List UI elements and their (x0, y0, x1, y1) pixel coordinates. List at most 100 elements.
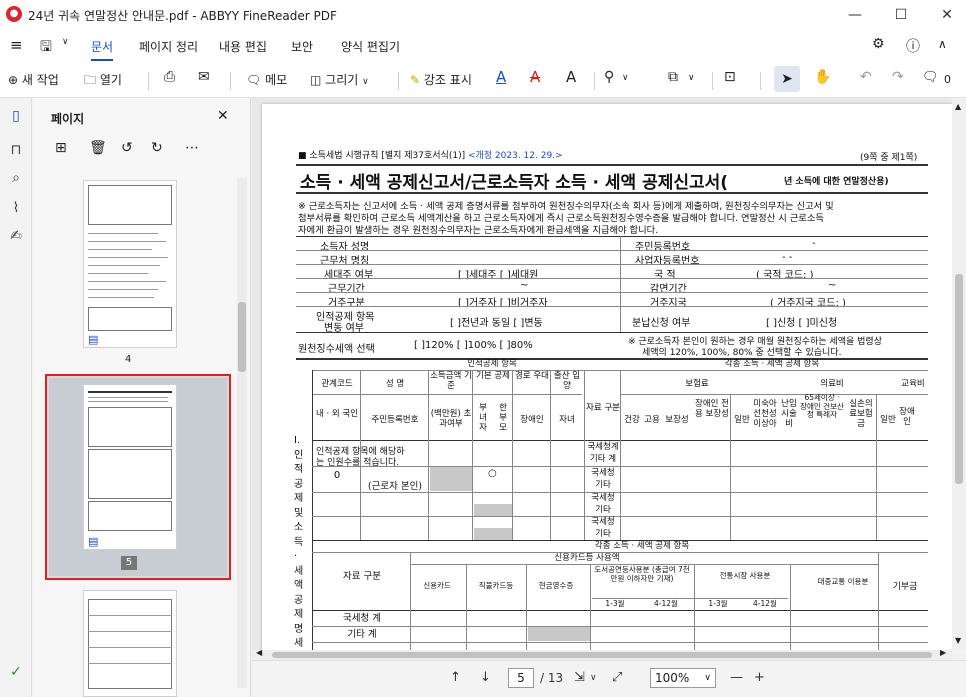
checked-circle-icon: ○ (488, 468, 497, 479)
strikethrough-icon[interactable]: A (530, 68, 540, 86)
rotate-right-icon[interactable]: ↻ (151, 140, 163, 156)
email-icon[interactable]: ✉ (198, 69, 210, 85)
page-thumbnail-5[interactable]: ▤ (83, 384, 177, 550)
tab-form-editor[interactable]: 양식 편집기 (341, 38, 400, 55)
rule (466, 564, 467, 650)
document-viewer[interactable]: ■ 소득세법 시행규칙 [별지 제37호서식(1)] <개정 2023. 12.… (252, 98, 966, 650)
page-number-input[interactable]: 5 (508, 668, 534, 688)
document-horizontal-scrollbar[interactable]: ◀ ▶ (252, 648, 952, 660)
chevron-down-icon[interactable]: ∨ (688, 73, 695, 83)
document-vertical-scrollbar[interactable]: ▲ ▼ (952, 98, 966, 650)
scroll-right-icon[interactable]: ▶ (940, 648, 946, 657)
comments-icon[interactable]: 🗨 (922, 70, 939, 85)
tab-security[interactable]: 보안 (291, 38, 313, 55)
title-bar: ● 24년 귀속 연말정산 안내문.pdf - ABBYY FineReader… (0, 0, 966, 30)
memo-icon: 🗨 (246, 73, 262, 87)
col-header: 기본 공제 (476, 371, 510, 381)
med-col: 미숙아 선천성 이상아 (753, 399, 777, 429)
pages-scrollbar[interactable] (237, 178, 247, 688)
ins-col: 장애인 전용 보장성 (695, 399, 729, 419)
minimize-button[interactable]: — (840, 4, 870, 26)
open-button[interactable]: 🗀 열기 (84, 71, 122, 92)
zoom-in-icon[interactable]: + (754, 670, 765, 685)
maximize-button[interactable]: ☐ (886, 4, 916, 26)
help-icon[interactable]: ⓘ (906, 36, 920, 56)
memo-button[interactable]: 🗨 메모 (246, 71, 287, 88)
side-label: I. 인적공제 및 소득 · 세액공제 명세 (294, 435, 304, 649)
rotate-left-icon[interactable]: ↺ (121, 140, 133, 156)
rule (296, 236, 928, 237)
stamp-icon[interactable]: ⚲ (604, 69, 614, 85)
chevron-down-icon[interactable]: ∨ (590, 673, 597, 683)
previous-page-icon[interactable]: ↑ (450, 670, 461, 685)
fullscreen-icon[interactable]: ⤢ (612, 670, 622, 685)
pages-panel: 페이지 ✕ ⊞ 🗑 ↺ ↻ ⋯ ▤ 4 ▤ 5 (33, 98, 251, 697)
signature-icon[interactable]: ✍ (6, 228, 26, 248)
rule (730, 394, 731, 540)
thumb-line (88, 265, 160, 266)
draw-button[interactable]: ◫ 그리기 ∨ (310, 71, 369, 88)
toolbar-divider (760, 72, 761, 90)
thumb-table (88, 501, 172, 531)
more-options-icon[interactable]: ⋯ (185, 140, 199, 156)
rule (296, 264, 928, 265)
ins-col: 보장성 (665, 415, 689, 425)
search-icon[interactable]: ⌕ (6, 170, 26, 190)
zoom-select[interactable]: 100% ∨ (650, 668, 716, 688)
tab-page-organize[interactable]: 페이지 정리 (139, 38, 198, 55)
settings-gear-icon[interactable]: ⚙ (872, 36, 885, 52)
tab-document[interactable]: 문서 (91, 38, 114, 61)
underline-icon[interactable]: A (496, 68, 506, 86)
highlight-button[interactable]: ✎ 강조 표시 (410, 71, 472, 88)
close-panel-icon[interactable]: ✕ (217, 108, 229, 124)
next-page-icon[interactable]: ↓ (480, 670, 491, 685)
scroll-left-icon[interactable]: ◀ (256, 648, 262, 657)
pages-panel-icon[interactable]: ▯ (6, 108, 26, 128)
select-cursor-icon[interactable]: ➤ (774, 66, 800, 92)
rule (428, 370, 429, 540)
bookmark-icon[interactable]: ⊓ (6, 142, 26, 162)
text-size-icon[interactable]: A (566, 68, 576, 86)
vertical-scroll-thumb[interactable] (955, 274, 963, 484)
page-thumbnail-6[interactable] (83, 590, 177, 697)
comment-count: 0 (944, 73, 951, 86)
hand-tool-icon[interactable]: ✋ (814, 69, 831, 85)
close-window-button[interactable]: ✕ (932, 4, 962, 26)
pages-scrollbar-thumb[interactable] (238, 302, 246, 372)
toolbar-divider (398, 72, 399, 90)
rule (312, 370, 313, 650)
redo-icon[interactable]: ↷ (892, 69, 904, 85)
attachment-icon[interactable]: ⌇ (6, 200, 26, 220)
status-check-icon[interactable]: ✓ (6, 664, 26, 684)
zoom-out-icon[interactable]: — (730, 670, 743, 685)
new-task-button[interactable]: ⊕ 새 작업 (8, 71, 59, 88)
snapshot-icon[interactable]: ⊡ (724, 69, 736, 85)
tab-edit-content[interactable]: 내용 편집 (219, 38, 267, 55)
scroll-up-icon[interactable]: ▲ (955, 102, 961, 111)
save-icon[interactable]: 🖫 (40, 36, 52, 60)
add-page-icon[interactable]: ⊞ (55, 140, 67, 156)
save-dropdown-icon[interactable]: ∨ (62, 37, 69, 47)
thumb-table (88, 449, 172, 499)
field-value: [ ]신청 [ ]미신청 (766, 318, 838, 329)
page-note-icon: ▤ (88, 333, 99, 346)
page-zoom-icon[interactable]: ⧉ (668, 69, 678, 85)
chevron-down-icon[interactable]: ∨ (622, 73, 629, 83)
collapse-ribbon-icon[interactable]: ∧ (938, 37, 947, 51)
folder-icon: 🗀 (84, 73, 97, 87)
scroll-down-icon[interactable]: ▼ (955, 636, 961, 645)
withhold-label: 원천징수세액 선택 (298, 344, 375, 355)
fit-width-icon[interactable]: ⇲ (574, 670, 585, 685)
col-header: 의료비 (820, 379, 844, 389)
horizontal-scroll-thumb[interactable] (272, 652, 932, 658)
thumb-table (88, 407, 172, 447)
page-thumbnail-4[interactable]: ▤ (83, 180, 177, 348)
form-heading: 소득 · 세액 공제신고서/근로소득자 소득 · 세액 공제신고서( (300, 173, 729, 193)
toolbar-divider (230, 72, 231, 90)
undo-icon[interactable]: ↶ (860, 69, 872, 85)
hamburger-menu-icon[interactable]: ≡ (10, 36, 23, 54)
card-col: 전통시장 사용분 (719, 571, 771, 580)
print-icon[interactable]: ⎙ (164, 69, 175, 85)
row-source: 기타 (595, 480, 611, 490)
delete-page-icon[interactable]: 🗑 (89, 140, 107, 156)
